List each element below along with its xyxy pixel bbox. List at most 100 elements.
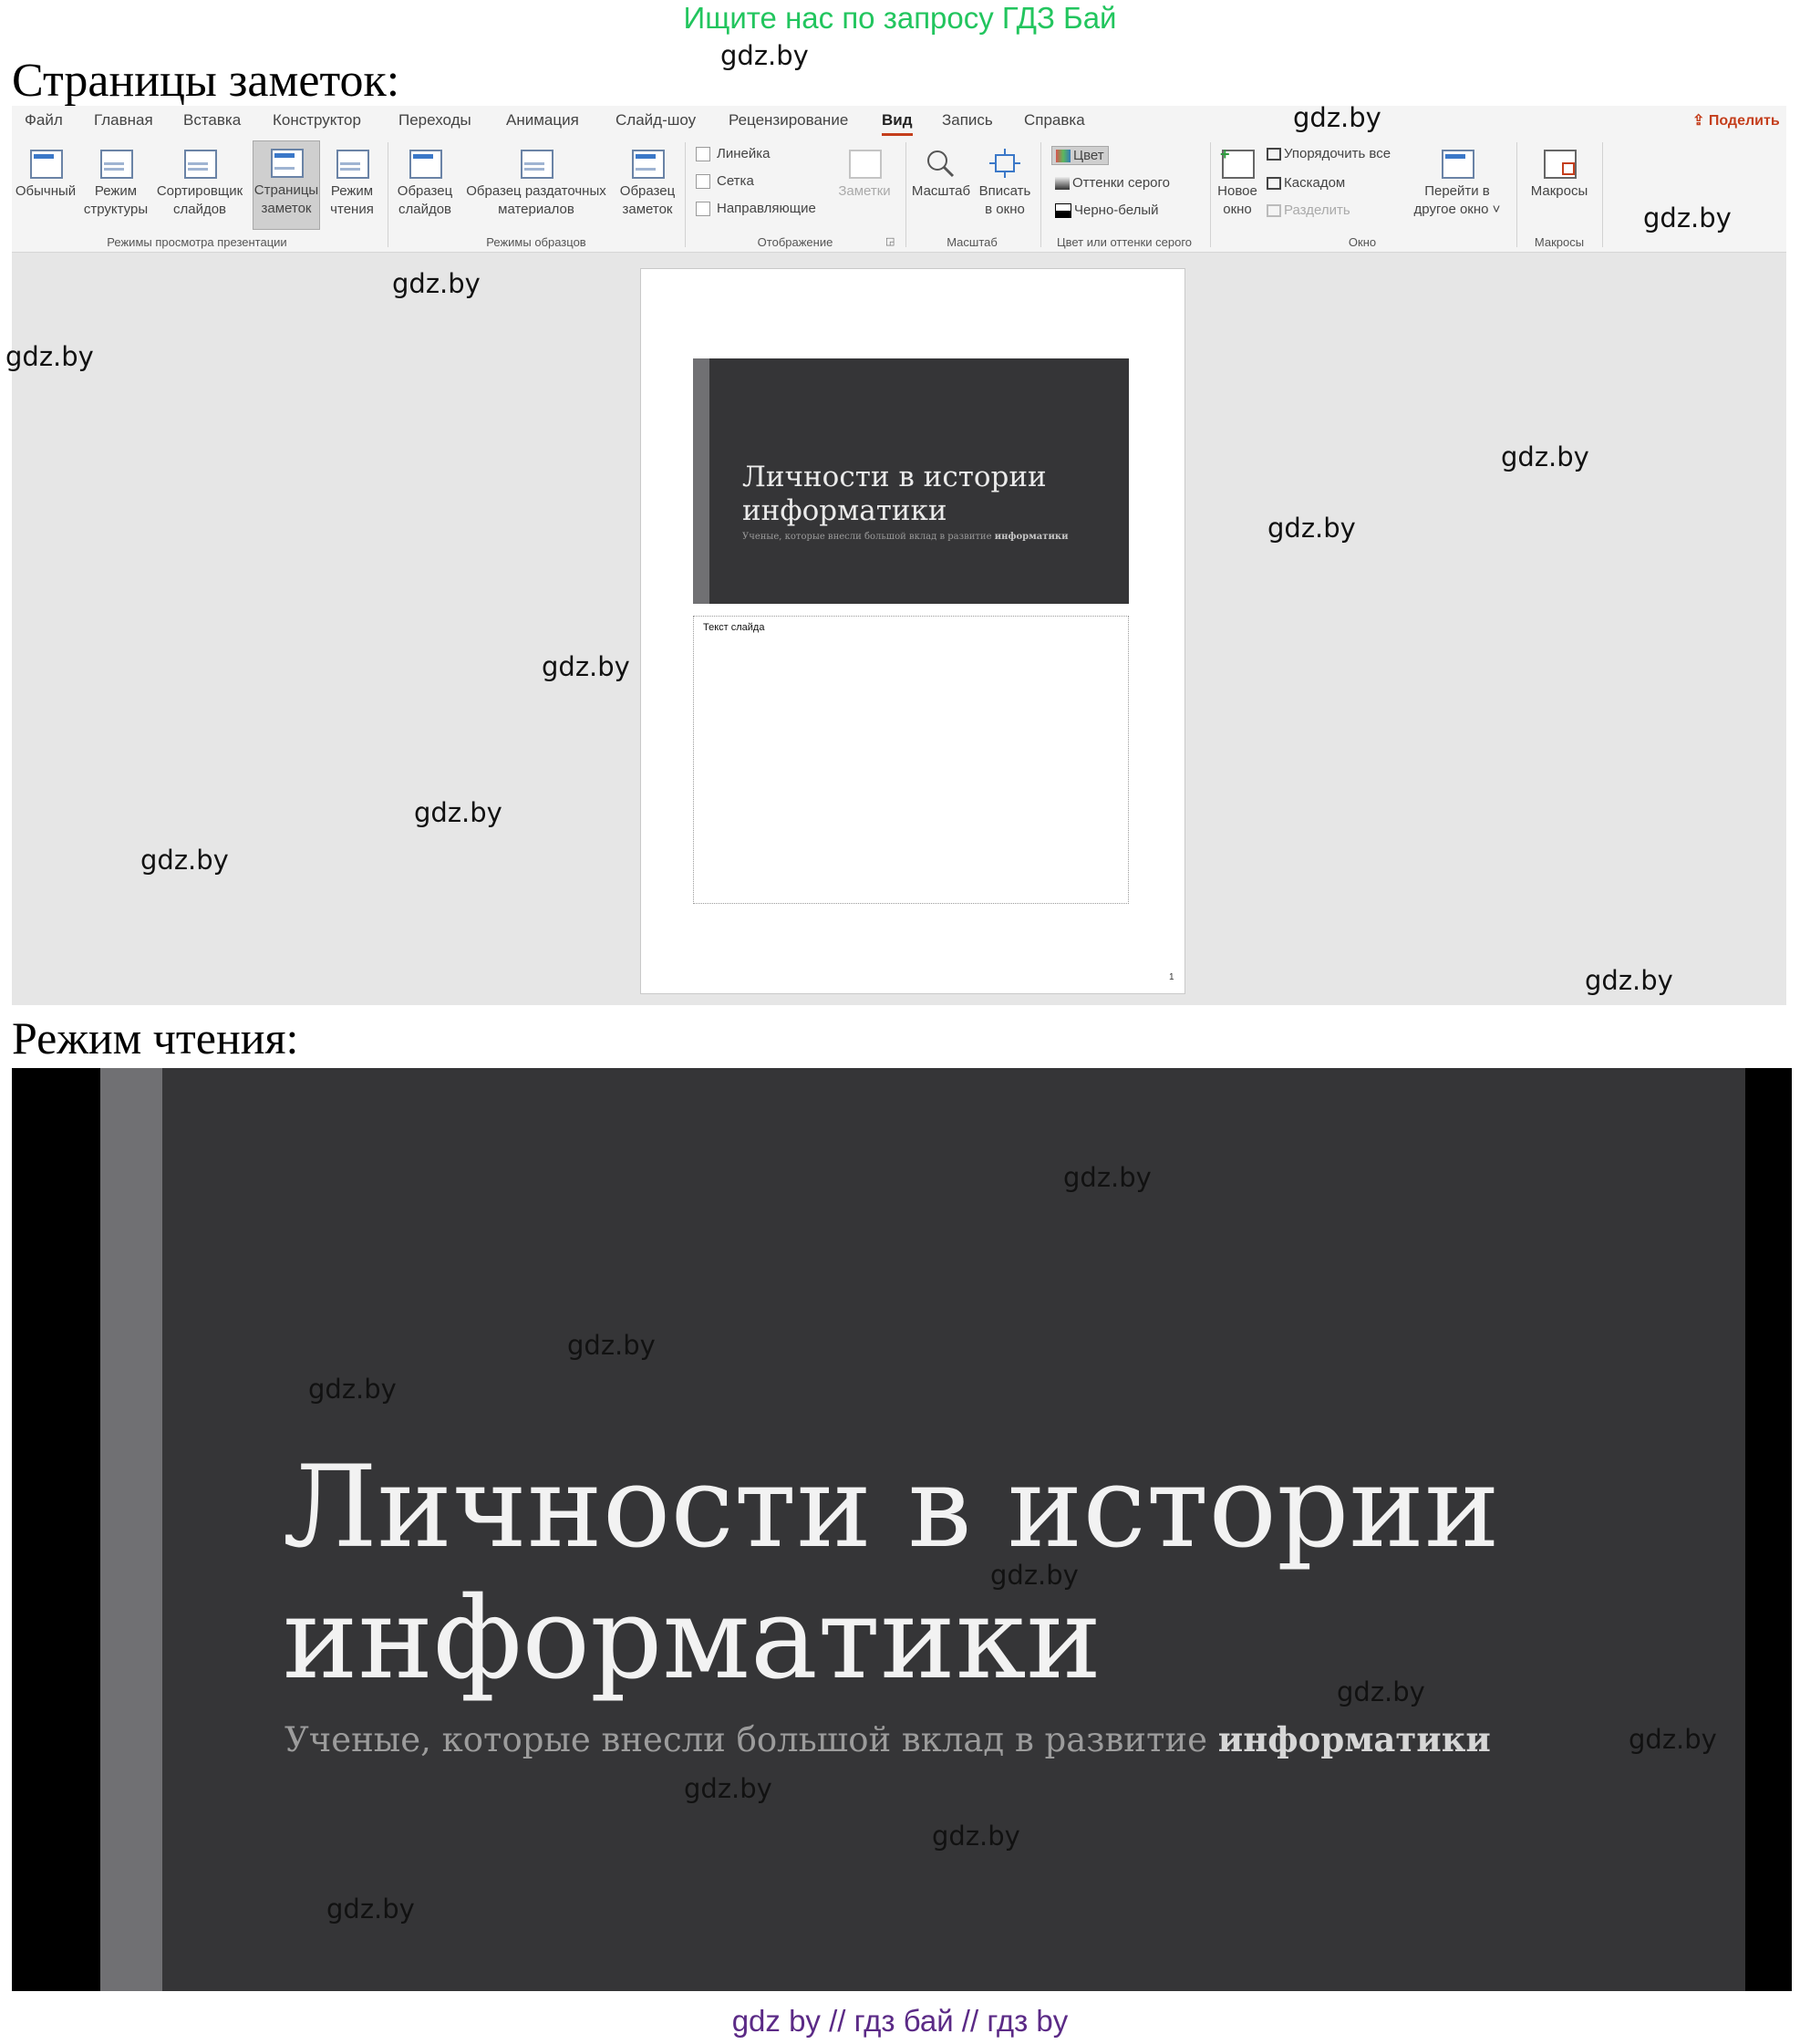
group-label-color: Цвет или оттенки серого — [1056, 235, 1192, 249]
watermark: gdz.by — [1293, 102, 1381, 133]
new-window-button[interactable]: + Новое окно — [1212, 142, 1263, 219]
ribbon-separator — [685, 142, 686, 247]
normal-view-button[interactable]: Обычный — [12, 142, 79, 201]
watermark: gdz.by — [5, 341, 94, 372]
watermark: gdz.by — [990, 1560, 1079, 1591]
watermark: gdz.by — [720, 40, 809, 71]
slide-accent-bar — [693, 358, 709, 604]
watermark: gdz.by — [308, 1374, 397, 1405]
watermark: gdz.by — [414, 797, 502, 828]
ribbon-separator — [1040, 142, 1041, 247]
grayscale-icon — [1055, 177, 1070, 191]
ribbon-separator — [1516, 142, 1517, 247]
reading-slide[interactable]: Личности в истории информатики Ученые, к… — [100, 1068, 1745, 1991]
group-label-show: Отображение — [757, 235, 833, 249]
tab-design[interactable]: Конструктор — [273, 111, 361, 130]
new-window-icon: + — [1220, 146, 1255, 179]
thumbnail-title: Личности в истории информатики — [742, 461, 1047, 527]
fit-to-window-button[interactable]: Вписать в окно — [975, 142, 1035, 219]
page-number: 1 — [1169, 972, 1174, 982]
grid-checkbox[interactable]: Сетка — [696, 173, 754, 190]
notes-placeholder-text: Текст слайда — [703, 622, 765, 633]
notes-placeholder-box[interactable]: Текст слайда — [693, 616, 1129, 904]
slide-sorter-icon — [182, 148, 217, 179]
color-button[interactable]: Цвет — [1051, 146, 1109, 165]
notes-master-button[interactable]: Образец заметок — [616, 142, 679, 219]
notes-page-icon — [269, 147, 304, 178]
tab-animations[interactable]: Анимация — [506, 111, 579, 130]
cascade-icon — [1267, 177, 1281, 191]
black-white-button[interactable]: Черно-белый — [1055, 202, 1158, 219]
reading-view-button[interactable]: Режим чтения — [322, 142, 382, 219]
normal-view-icon — [28, 148, 63, 179]
thumbnail-subtitle: Ученые, которые внесли большой вклад в р… — [742, 532, 1069, 542]
outline-view-icon — [98, 148, 133, 179]
zoom-button[interactable]: Масштаб — [909, 142, 973, 201]
macros-button[interactable]: Макросы — [1522, 142, 1597, 201]
watermark: gdz.by — [1501, 441, 1589, 472]
ribbon-separator — [905, 142, 906, 247]
checkbox-icon — [696, 174, 710, 190]
slide-master-button[interactable]: Образец слайдов — [393, 142, 457, 219]
switch-windows-button[interactable]: Перейти в другое окно ˅ — [1407, 142, 1507, 219]
group-label-macros: Макросы — [1534, 235, 1585, 249]
guides-checkbox[interactable]: Направляющие — [696, 201, 816, 217]
split-icon — [1267, 204, 1281, 218]
tab-transitions[interactable]: Переходы — [398, 111, 471, 130]
ruler-checkbox[interactable]: Линейка — [696, 146, 770, 162]
tab-insert[interactable]: Вставка — [183, 111, 241, 130]
macros-icon — [1542, 148, 1577, 179]
notes-page-button[interactable]: Страницы заметок — [253, 140, 320, 230]
tab-help[interactable]: Справка — [1024, 111, 1085, 130]
slide-sorter-button[interactable]: Сортировщик слайдов — [154, 142, 245, 219]
slide-master-icon — [408, 148, 442, 179]
ribbon-separator — [1210, 142, 1211, 247]
ribbon: Файл Главная Вставка Конструктор Переход… — [12, 106, 1786, 253]
slide-accent-bar — [100, 1068, 162, 1991]
checkbox-icon — [696, 202, 710, 217]
reading-view-icon — [335, 148, 369, 179]
switch-windows-icon — [1440, 148, 1474, 179]
tab-file[interactable]: Файл — [25, 111, 63, 130]
slide-subtitle: Ученые, которые внесли большой вклад в р… — [284, 1719, 1491, 1759]
tab-home[interactable]: Главная — [94, 111, 153, 130]
section-title-reading: Режим чтения: — [12, 1012, 299, 1064]
outline-view-button[interactable]: Режим структуры — [83, 142, 149, 219]
watermark: gdz.by — [1063, 1162, 1152, 1193]
fit-window-icon — [988, 148, 1022, 179]
watermark: gdz.by — [567, 1330, 656, 1361]
watermark: gdz.by — [1585, 965, 1673, 996]
share-icon: ⇪ — [1692, 113, 1709, 129]
watermark: gdz.by — [932, 1821, 1020, 1852]
share-button[interactable]: ⇪ Поделить — [1692, 111, 1780, 130]
tab-view[interactable]: Вид — [882, 111, 913, 136]
notes-button[interactable]: Заметки — [833, 142, 896, 201]
ribbon-separator — [1602, 142, 1603, 247]
dialog-launcher-icon[interactable]: ◲ — [885, 235, 895, 247]
watermark: gdz.by — [326, 1894, 415, 1925]
watermark: gdz.by — [1643, 202, 1732, 233]
watermark: gdz.by — [1629, 1724, 1717, 1755]
notes-icon — [847, 148, 882, 179]
tab-review[interactable]: Рецензирование — [729, 111, 848, 130]
arrange-all-button[interactable]: Упорядочить все — [1267, 146, 1391, 161]
group-label-views: Режимы просмотра презентации — [107, 235, 287, 249]
watermark: gdz.by — [542, 651, 630, 682]
top-banner: Ищите нас по запросу ГДЗ Бай — [683, 1, 1117, 35]
watermark: gdz.by — [1267, 513, 1356, 544]
handout-master-button[interactable]: Образец раздаточных материалов — [459, 142, 614, 219]
watermark: gdz.by — [140, 845, 229, 876]
checkbox-icon — [696, 147, 710, 162]
black-white-icon — [1055, 203, 1071, 219]
arrange-icon — [1267, 148, 1281, 161]
grayscale-button[interactable]: Оттенки серого — [1055, 175, 1170, 191]
tab-record[interactable]: Запись — [942, 111, 993, 130]
cascade-button[interactable]: Каскадом — [1267, 175, 1345, 191]
split-button[interactable]: Разделить — [1267, 202, 1350, 218]
section-title-notes: Страницы заметок: — [12, 55, 400, 107]
slide-thumbnail[interactable]: Личности в истории информатики Ученые, к… — [693, 358, 1129, 604]
handout-master-icon — [519, 148, 553, 179]
tab-slideshow[interactable]: Слайд-шоу — [616, 111, 696, 130]
magnifier-icon — [924, 148, 958, 179]
notes-master-icon — [630, 148, 665, 179]
